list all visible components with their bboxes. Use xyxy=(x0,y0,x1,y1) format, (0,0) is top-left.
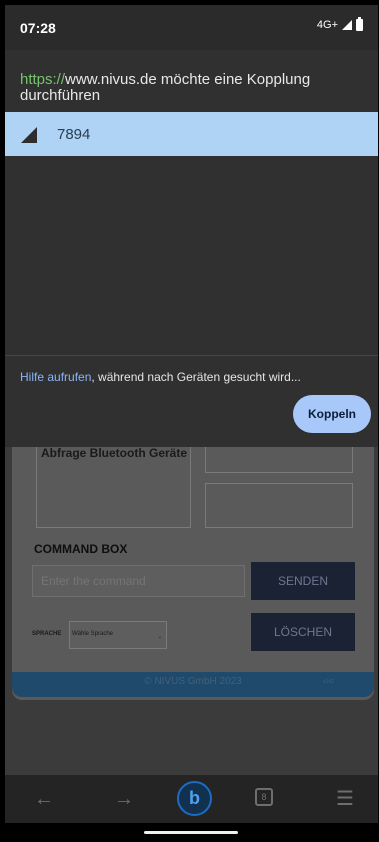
network-type: 4G+ xyxy=(316,19,338,31)
output-box-top xyxy=(205,445,353,473)
status-bar: 07:28 4G+ xyxy=(5,5,378,50)
send-button[interactable]: SENDEN xyxy=(251,562,355,600)
help-text: Hilfe aufrufen, während nach Geräten ges… xyxy=(20,370,301,384)
status-time: 07:28 xyxy=(20,20,56,36)
menu-icon[interactable]: ☰ xyxy=(330,787,360,811)
origin-protocol: https:// xyxy=(20,71,66,88)
bing-icon[interactable]: b xyxy=(177,781,212,816)
forward-icon[interactable]: → xyxy=(109,787,139,811)
bluetooth-pairing-dialog: https://www.nivus.de möchte eine Kopplun… xyxy=(5,50,378,447)
language-select[interactable]: Wähle Sprache ⌄ xyxy=(69,621,167,649)
signal-icon xyxy=(342,20,352,30)
browser-toolbar: ← → b 8 ☰ xyxy=(5,775,378,823)
signal-strength-icon xyxy=(21,127,37,143)
origin-host: www.nivus.de xyxy=(65,71,157,88)
page-footer: © NIVUS GmbH 2023 v142 xyxy=(12,672,374,697)
help-link[interactable]: Hilfe aufrufen xyxy=(20,370,91,384)
device-name: 7894 xyxy=(57,126,91,143)
tabs-icon[interactable]: 8 xyxy=(255,788,273,806)
divider xyxy=(5,355,378,356)
output-box-bottom xyxy=(205,483,353,528)
clear-button[interactable]: LÖSCHEN xyxy=(251,613,355,651)
device-list-box: Abfrage Bluetooth Geräte xyxy=(36,445,191,528)
language-select-value: Wähle Sprache xyxy=(72,631,114,637)
battery-icon xyxy=(356,17,363,31)
chevron-down-icon: ⌄ xyxy=(157,634,162,640)
screen: 07:28 4G+ Abfrage Bluetooth Geräte COMMA… xyxy=(5,5,378,842)
gesture-bar xyxy=(5,823,378,842)
device-list-text: Abfrage Bluetooth Geräte xyxy=(41,446,188,460)
back-icon[interactable]: ← xyxy=(29,787,59,811)
footer-version: v142 xyxy=(323,679,334,685)
command-box-title: COMMAND BOX xyxy=(34,542,128,556)
language-label: SPRACHE xyxy=(32,631,62,637)
device-list-item[interactable]: 7894 xyxy=(5,112,378,156)
dialog-title: https://www.nivus.de möchte eine Kopplun… xyxy=(20,72,360,104)
footer-copyright: © NIVUS GmbH 2023 xyxy=(144,676,242,687)
help-suffix: , während nach Geräten gesucht wird... xyxy=(91,370,301,384)
command-input[interactable] xyxy=(32,565,245,597)
pair-button[interactable]: Koppeln xyxy=(293,395,371,433)
bluetooth-card: Abfrage Bluetooth Geräte COMMAND BOX SEN… xyxy=(12,445,374,700)
home-indicator[interactable] xyxy=(144,831,238,834)
status-indicators: 4G+ xyxy=(316,17,363,31)
